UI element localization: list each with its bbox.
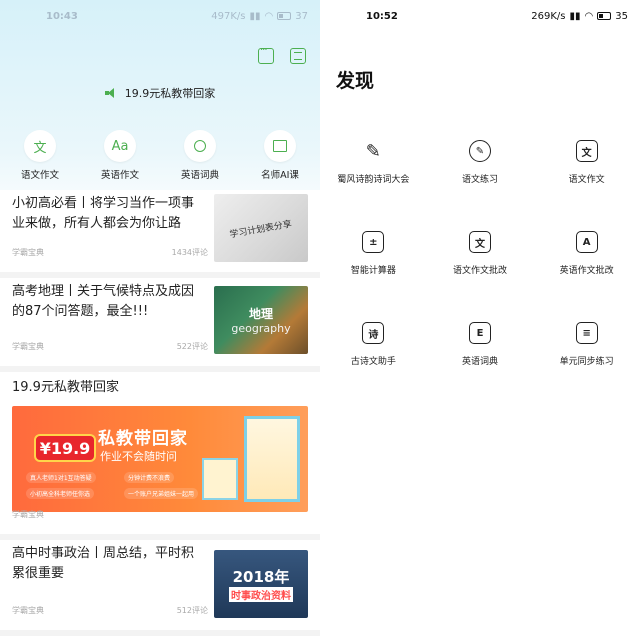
left-screen: 10:43 497K/s ▮▮ ◠ 37 19.9元私教带回家 文 语文作文 A… [0, 0, 320, 639]
network-speed: 269K/s [531, 10, 566, 22]
banner-headline: 私教带回家 [98, 429, 188, 449]
signal-icon: ▮▮ [569, 10, 581, 22]
article-thumbnail: 2018年 时事政治资料 [214, 550, 308, 618]
brush-icon: ✎ [365, 140, 381, 162]
search-icon [184, 130, 216, 162]
tool-english-essay-review[interactable]: A 英语作文批改 [533, 231, 640, 276]
wifi-icon: ◠ [264, 10, 274, 22]
quick-item-english-dictionary[interactable]: 英语词典 [165, 130, 235, 181]
tool-label: 单元同步练习 [559, 357, 614, 367]
banner-tag: 小初高全科老师任你选 [26, 488, 95, 499]
article-source: 学霸宝典 [12, 248, 44, 257]
quick-item-ai-course[interactable]: 名师AI课 [245, 130, 315, 181]
price-badge: ¥19.9 [34, 434, 96, 462]
tool-unit-practice[interactable]: ≡ 单元同步练习 [533, 322, 640, 367]
battery-icon [277, 12, 292, 20]
status-bar: 10:43 497K/s ▮▮ ◠ 37 [0, 8, 320, 24]
english-essay-icon: Aa [104, 130, 136, 162]
notice-banner[interactable]: 19.9元私教带回家 [0, 85, 320, 101]
promo-banner[interactable]: ¥19.9 私教带回家 作业不会随时问 真人老师1对1互动答疑 分钟计费不浪费 … [12, 406, 308, 512]
dictionary-icon: E [468, 322, 491, 344]
article-feed: 小初高必看丨将学习当作一项事业来做，所有人都会为你让路 学霸宝典 1434评论 … [0, 190, 320, 636]
article-item[interactable]: 高中时事政治丨周总结，平时积累很重要 学霸宝典 512评论 2018年 时事政治… [0, 540, 320, 636]
tool-poetry-contest[interactable]: ✎ 蜀风诗韵诗词大会 [320, 140, 427, 186]
quick-item-label: 英语词典 [180, 170, 219, 181]
article-source: 学霸宝典 [12, 342, 44, 351]
comment-count: 1434评论 [171, 248, 208, 257]
status-bar: 10:52 269K/s ▮▮ ◠ 35 [320, 8, 640, 24]
right-screen: 10:52 269K/s ▮▮ ◠ 35 发现 ✎ 蜀风诗韵诗词大会 ✎ 语文练… [320, 0, 640, 639]
essay-icon: 文 [575, 140, 598, 162]
comment-count: 522评论 [176, 342, 208, 351]
article-source: 学霸宝典 [12, 510, 44, 519]
tool-label: 英语词典 [461, 357, 498, 367]
tool-chinese-practice[interactable]: ✎ 语文练习 [427, 140, 534, 185]
message-icon[interactable] [258, 45, 274, 64]
calculator-icon: ± [362, 231, 385, 253]
gift-icon [264, 130, 296, 162]
article-thumbnail: 学习计划表分享 [214, 194, 308, 262]
quick-entries: 文 语文作文 Aa 英语作文 英语词典 名师AI课 [0, 130, 320, 181]
tool-label: 英语作文批改 [559, 266, 614, 276]
quick-item-label: 语文作文 [20, 170, 59, 181]
quick-item-label: 名师AI课 [261, 170, 299, 181]
thumbnail-text: 地理 [248, 307, 273, 321]
tools-grid: ✎ 蜀风诗韵诗词大会 ✎ 语文练习 文 语文作文 ± 智能计算器 文 语文作文批… [320, 140, 640, 367]
article-item[interactable]: 高考地理丨关于气候特点及成因的87个问答题，最全!!! 学霸宝典 522评论 地… [0, 278, 320, 372]
quick-item-english-essay[interactable]: Aa 英语作文 [85, 130, 155, 181]
thumbnail-text: 学习计划表分享 [229, 219, 294, 240]
thumbnail-text: 2018年 [232, 568, 290, 586]
quick-item-label: 英语作文 [100, 170, 139, 181]
comment-count: 512评论 [176, 606, 208, 615]
thumbnail-subtext: 时事政治资料 [229, 587, 293, 602]
article-item[interactable]: 小初高必看丨将学习当作一项事业来做，所有人都会为你让路 学霸宝典 1434评论 … [0, 190, 320, 278]
pencil-icon: ✎ [468, 140, 491, 162]
tool-label: 语文练习 [461, 175, 498, 185]
teacher-photo [244, 416, 300, 502]
battery-level: 35 [615, 10, 628, 22]
banner-subheadline: 作业不会随时问 [100, 450, 177, 463]
tool-label: 古诗文助手 [350, 357, 396, 367]
folder-icon: ≡ [575, 322, 598, 344]
english-review-icon: A [575, 231, 598, 253]
banner-tag: 一个账户兄弟姐妹一起用 [124, 488, 199, 499]
signal-icon: ▮▮ [249, 10, 261, 22]
poetry-book-icon: 诗 [362, 322, 385, 344]
tool-label: 蜀风诗韵诗词大会 [337, 175, 410, 185]
essay-review-icon: 文 [468, 231, 491, 253]
tool-ancient-poetry[interactable]: 诗 古诗文助手 [320, 322, 427, 367]
tool-english-dictionary[interactable]: E 英语词典 [427, 322, 534, 367]
tool-chinese-essay[interactable]: 文 语文作文 [533, 140, 640, 185]
network-speed: 497K/s [211, 10, 246, 22]
tool-label: 语文作文 [568, 175, 605, 185]
thumbnail-subtext: geography [231, 322, 291, 335]
article-title: 19.9元私教带回家 [12, 380, 119, 395]
tool-label: 智能计算器 [350, 266, 396, 276]
status-time: 10:43 [46, 10, 78, 22]
article-source: 学霸宝典 [12, 606, 44, 615]
wifi-icon: ◠ [584, 10, 594, 22]
tool-chinese-essay-review[interactable]: 文 语文作文批改 [427, 231, 534, 276]
article-title: 高考地理丨关于气候特点及成因的87个问答题，最全!!! [12, 284, 195, 319]
quick-item-chinese-essay[interactable]: 文 语文作文 [5, 130, 75, 181]
chinese-essay-icon: 文 [24, 130, 56, 162]
page-title: 发现 [336, 70, 375, 92]
notes-icon[interactable] [290, 48, 306, 64]
speaker-icon [104, 88, 117, 98]
status-time: 10:52 [366, 10, 398, 22]
header-actions [258, 45, 306, 64]
article-thumbnail: 地理 geography [214, 286, 308, 354]
battery-icon [597, 12, 612, 20]
tool-label: 语文作文批改 [452, 266, 507, 276]
banner-tag: 真人老师1对1互动答疑 [26, 472, 96, 483]
article-title: 高中时事政治丨周总结，平时积累很重要 [12, 546, 195, 581]
article-title: 小初高必看丨将学习当作一项事业来做，所有人都会为你让路 [12, 196, 195, 231]
tutor-photo [202, 458, 238, 500]
article-item[interactable]: 19.9元私教带回家 ¥19.9 私教带回家 作业不会随时问 真人老师1对1互动… [0, 372, 320, 540]
battery-level: 37 [295, 10, 308, 22]
banner-tag: 分钟计费不浪费 [124, 472, 175, 483]
tool-calculator[interactable]: ± 智能计算器 [320, 231, 427, 276]
notice-text: 19.9元私教带回家 [124, 87, 216, 100]
